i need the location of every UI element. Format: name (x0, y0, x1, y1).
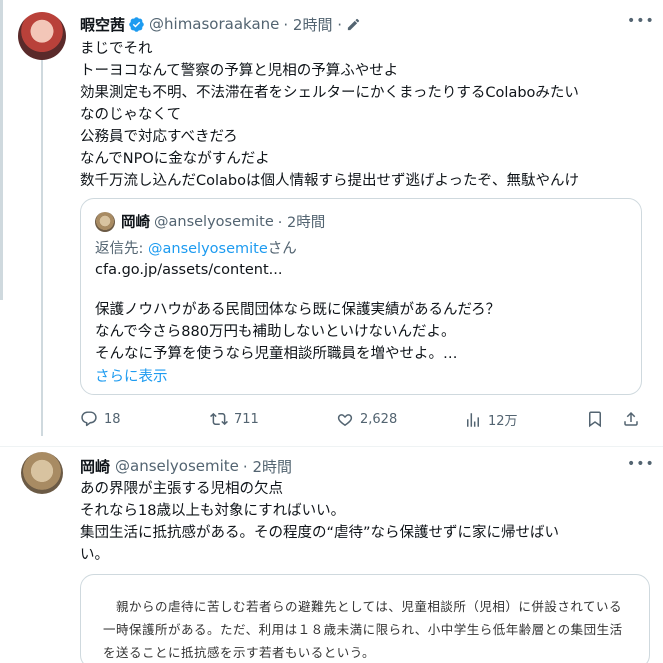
left-edge-border (0, 0, 3, 300)
tweet-line: 効果測定も不明、不法滞在者をシェルターにかくまったりするColaboみたい (80, 85, 579, 101)
tweet-line: まじでそれ (80, 41, 153, 57)
like-button[interactable]: 2,628 (336, 410, 397, 428)
tweet-line: 数千万流し込んだColaboは個人情報すら提出せず逃げよったぞ、無駄やんけ (80, 173, 580, 189)
quote-header: 岡崎 @anselyosemite · 2時間 (95, 211, 325, 232)
bookmark-button[interactable] (586, 410, 604, 428)
tweet-line: なんでNPOに金ながすんだよ (80, 151, 270, 167)
reply-suffix: さん (267, 241, 297, 257)
quote-line: なんで今さら880万円も補助しないといけないんだよ。 (95, 324, 456, 340)
reply-icon (81, 411, 97, 427)
retweet-icon (210, 412, 228, 426)
reply-header: 岡崎 @anselyosemite · 2時間 (80, 456, 643, 476)
image-line: 一時保護所がある。ただ、利用は１８歳未満に限られ、小中学生ら低年齢層との集団生活 (103, 622, 623, 637)
tweet-line: なのじゃなくて (80, 107, 182, 123)
reply-avatar[interactable] (21, 452, 63, 494)
share-button[interactable] (622, 410, 640, 428)
tweet-text: まじでそれ トーヨコなんて警察の予算と児相の予算ふやせよ 効果測定も不明、不法滞… (80, 38, 660, 192)
verified-badge-icon (128, 16, 145, 33)
thread-connector-line (41, 58, 43, 436)
quote-text: 保護ノウハウがある民間団体なら既に保護実績があるんだろ？ なんで今さら880万円… (95, 299, 500, 365)
timestamp[interactable]: · 2時間 · (283, 14, 342, 35)
reply-line: い。 (80, 547, 109, 563)
tweet-header: 暇空茜 @himasoraakane · 2時間 · (80, 13, 643, 35)
quote-display-name: 岡崎 (121, 215, 150, 231)
reply-count: 18 (104, 411, 121, 427)
retweet-count: 711 (234, 411, 259, 427)
tweet-divider (0, 446, 663, 447)
reply-line: あの界隈が主張する児相の欠点 (80, 481, 283, 497)
more-options-icon[interactable]: ••• (627, 13, 654, 33)
reply-timestamp[interactable]: · 2時間 (243, 456, 292, 477)
reply-more-options-icon[interactable]: ••• (627, 456, 654, 476)
quote-tweet-card[interactable]: 岡崎 @anselyosemite · 2時間 返信先: @anselyosem… (80, 198, 642, 395)
quote-reply-to: 返信先: @anselyosemiteさん (95, 237, 297, 258)
like-count: 2,628 (360, 411, 398, 427)
edited-pencil-icon[interactable] (346, 17, 361, 32)
quote-avatar (95, 211, 115, 232)
quote-line: そんなに予算を使うなら児童相談所職員を増やせよ。… (95, 346, 458, 362)
share-icon (624, 411, 638, 426)
retweet-button[interactable]: 711 (210, 410, 259, 428)
action-bar: 18 711 2,628 12万 (80, 410, 640, 432)
reply-text: あの界隈が主張する児相の欠点 それなら18歳以上も対象にすればいい。 集団生活に… (80, 478, 660, 566)
bookmark-icon (589, 411, 601, 428)
image-line: を送ることに抵抗感を示す若者もいるという。 (103, 645, 376, 660)
reply-display-name[interactable]: 岡崎 (80, 456, 110, 477)
quote-line: 保護ノウハウがある民間団体なら既に保護実績があるんだろ？ (95, 302, 501, 318)
image-line: 親からの虐待に苦しむ若者らの避難先としては、児童相談所（児相）に併設されている (103, 599, 623, 614)
avatar[interactable] (18, 12, 66, 60)
display-name[interactable]: 暇空茜 (80, 14, 125, 35)
reply-mention[interactable]: @anselyosemite (148, 241, 268, 257)
quote-handle: @anselyosemite (154, 213, 274, 230)
reply-button[interactable]: 18 (80, 410, 121, 428)
tweet-line: 公務員で対応すべきだろ (80, 129, 238, 145)
views-chart-icon (467, 412, 479, 427)
reply-line: 集団生活に抵抗感がある。その程度の“虐待”なら保護せずに家に帰せばい (80, 525, 560, 541)
quote-link[interactable]: cfa.go.jp/assets/content... (95, 262, 283, 278)
reply-line: それなら18歳以上も対象にすればいい。 (80, 503, 346, 519)
reply-handle[interactable]: @anselyosemite (115, 457, 239, 475)
reply-prefix: 返信先: (95, 241, 148, 257)
heart-icon (337, 414, 353, 427)
show-more-link[interactable]: さらに表示 (95, 365, 168, 386)
views-count: 12万 (488, 414, 518, 429)
image-document-text: 親からの虐待に苦しむ若者らの避難先としては、児童相談所（児相）に併設されている … (103, 595, 623, 663)
attached-image[interactable]: 親からの虐待に苦しむ若者らの避難先としては、児童相談所（児相）に併設されている … (80, 574, 650, 663)
quote-timestamp: · 2時間 (277, 215, 326, 231)
views-button[interactable]: 12万 (464, 410, 518, 429)
tweet-line: トーヨコなんて警察の予算と児相の予算ふやせよ (80, 63, 399, 79)
handle[interactable]: @himasoraakane (149, 15, 279, 33)
